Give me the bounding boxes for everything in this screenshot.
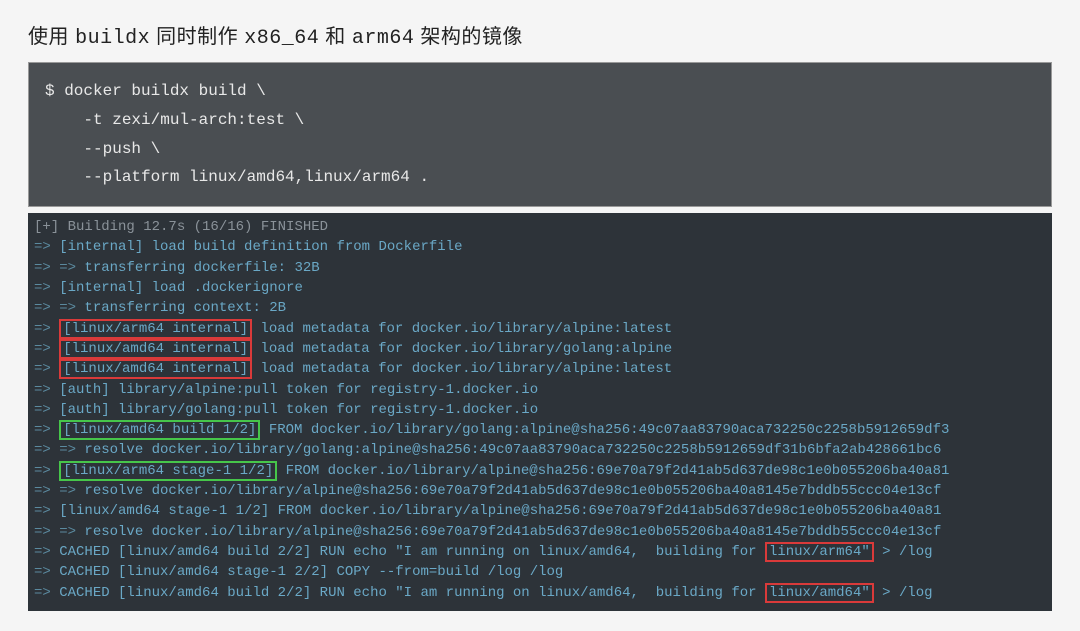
heading-text-2: 同时制作 [150,26,244,48]
arrow: => [34,361,59,377]
term-text: resolve docker.io/library/golang:alpine@… [84,442,941,458]
arrow: => [34,503,59,519]
arrow: => [34,585,59,601]
arrow: => [34,239,59,255]
highlight-stage-green: [linux/amd64 build 1/2] [59,420,260,440]
arrow: => => [34,524,84,540]
term-text: [auth] library/alpine:pull token for reg… [59,382,538,398]
arrow: => [34,321,59,337]
term-line: => [linux/arm64 internal] load metadata … [34,319,1046,339]
term-text: load metadata for docker.io/library/alpi… [252,361,672,377]
term-line-header: [+] Building 12.7s (16/16) FINISHED [34,217,1046,237]
term-line: => [internal] load .dockerignore [34,278,1046,298]
arrow: => => [34,442,84,458]
term-text: load metadata for docker.io/library/gola… [252,341,672,357]
term-text: [auth] library/golang:pull token for reg… [59,402,538,418]
term-line: => [linux/amd64 internal] load metadata … [34,359,1046,379]
term-line: => [linux/amd64 internal] load metadata … [34,339,1046,359]
arrow: => [34,564,59,580]
term-line: => => resolve docker.io/library/alpine@s… [34,522,1046,542]
term-text: FROM docker.io/library/alpine@sha256:69e… [277,463,949,479]
arrow: => [34,382,59,398]
term-text: resolve docker.io/library/alpine@sha256:… [84,483,941,499]
term-text: [internal] load build definition from Do… [59,239,462,255]
command-block: $ docker buildx build \ -t zexi/mul-arch… [28,62,1052,207]
arrow: => [34,422,59,438]
term-text: load metadata for docker.io/library/alpi… [252,321,672,337]
highlight-platform-red: [linux/amd64 internal] [59,359,252,379]
term-line: => CACHED [linux/amd64 build 2/2] RUN ec… [34,542,1046,562]
heading-mono-3: arm64 [352,27,415,50]
term-text: > /log [874,544,933,560]
heading-mono-1: buildx [75,27,150,50]
term-text: CACHED [linux/amd64 build 2/2] RUN echo … [59,585,765,601]
term-line: => CACHED [linux/amd64 stage-1 2/2] COPY… [34,562,1046,582]
term-text: FROM docker.io/library/golang:alpine@sha… [260,422,949,438]
heading-text-4: 架构的镜像 [414,26,523,48]
cmd-line: --push \ [45,135,1035,164]
arrow: => => [34,300,84,316]
arrow: => [34,463,59,479]
heading-text-1: 使用 [28,26,75,48]
heading-text-3: 和 [319,26,352,48]
highlight-stage-green: [linux/arm64 stage-1 1/2] [59,461,277,481]
term-text: [linux/amd64 stage-1 1/2] FROM docker.io… [59,503,941,519]
page-title: 使用 buildx 同时制作 x86_64 和 arm64 架构的镜像 [28,20,1052,50]
term-text: CACHED [linux/amd64 build 2/2] RUN echo … [59,544,765,560]
highlight-target-red: linux/amd64" [765,583,874,603]
cmd-line: -t zexi/mul-arch:test \ [45,106,1035,135]
cmd-line: --platform linux/amd64,linux/arm64 . [45,163,1035,192]
arrow: => [34,341,59,357]
arrow: => [34,280,59,296]
highlight-platform-red: [linux/amd64 internal] [59,339,252,359]
highlight-platform-red: [linux/arm64 internal] [59,319,252,339]
term-line: => [internal] load build definition from… [34,237,1046,257]
heading-mono-2: x86_64 [244,27,319,50]
term-text: > /log [874,585,933,601]
term-line: => => transferring dockerfile: 32B [34,258,1046,278]
term-text: resolve docker.io/library/alpine@sha256:… [84,524,941,540]
term-line: => => resolve docker.io/library/alpine@s… [34,481,1046,501]
term-line: => [linux/amd64 stage-1 1/2] FROM docker… [34,501,1046,521]
term-text: transferring dockerfile: 32B [84,260,319,276]
terminal-output: [+] Building 12.7s (16/16) FINISHED=> [i… [28,213,1052,611]
term-line: => [auth] library/alpine:pull token for … [34,380,1046,400]
highlight-target-red: linux/arm64" [765,542,874,562]
term-text: transferring context: 2B [84,300,286,316]
arrow: => [34,402,59,418]
term-line: => [linux/arm64 stage-1 1/2] FROM docker… [34,461,1046,481]
arrow: => [34,544,59,560]
term-line: => CACHED [linux/amd64 build 2/2] RUN ec… [34,583,1046,603]
term-line: => => transferring context: 2B [34,298,1046,318]
arrow: => => [34,483,84,499]
arrow: => => [34,260,84,276]
term-line: => => resolve docker.io/library/golang:a… [34,440,1046,460]
term-line: => [linux/amd64 build 1/2] FROM docker.i… [34,420,1046,440]
term-text: CACHED [linux/amd64 stage-1 2/2] COPY --… [59,564,563,580]
term-text: [internal] load .dockerignore [59,280,303,296]
term-line: => [auth] library/golang:pull token for … [34,400,1046,420]
cmd-line: $ docker buildx build \ [45,77,1035,106]
